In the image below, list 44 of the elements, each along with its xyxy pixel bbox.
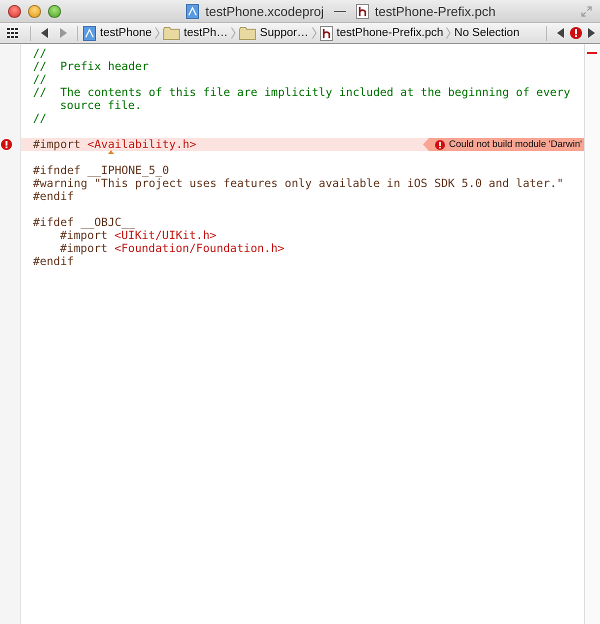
chevron-icon	[312, 27, 316, 39]
folder-icon	[238, 26, 256, 40]
window-title: testPhone.xcodeproj	[205, 4, 324, 18]
chevron-icon	[446, 27, 452, 39]
code-line: #import <Availability.h>	[33, 138, 196, 151]
breadcrumb-item[interactable]: testPhone-Prefix.pch	[320, 26, 444, 40]
breadcrumb-item[interactable]: Suppor…	[238, 26, 308, 40]
error-icon[interactable]	[1, 139, 12, 150]
code-line: source file.	[59, 99, 142, 112]
code-line: #ifndef __IPHONE_5_0	[33, 164, 170, 177]
previous-issue-icon[interactable]	[557, 28, 565, 38]
code-line: //	[33, 73, 47, 86]
back-arrow-icon[interactable]	[41, 28, 49, 38]
code-line: // The contents of this file are implicitly included at the beginning of every	[33, 86, 570, 99]
zoom-button[interactable]	[48, 4, 61, 18]
project-file-icon	[83, 26, 96, 40]
code-line: //	[33, 47, 47, 60]
code-line: #import <UIKit/UIKit.h>	[59, 229, 216, 242]
breadcrumb-item[interactable]: No Selection	[454, 27, 520, 39]
minimize-button[interactable]	[28, 4, 41, 18]
window-title: testPhone-Prefix.pch	[374, 4, 496, 18]
title-separator	[334, 10, 346, 12]
close-button[interactable]	[8, 4, 21, 18]
breadcrumb-item[interactable]: testPh…	[162, 26, 228, 40]
error-marker[interactable]	[587, 52, 597, 54]
error-icon	[434, 140, 445, 150]
folder-icon	[162, 26, 180, 40]
code-line: #endif	[33, 255, 74, 268]
next-issue-icon[interactable]	[587, 28, 595, 38]
code-line: #warning "This project uses features only available in iOS SDK 5.0 and later."	[33, 177, 564, 190]
breadcrumb-item[interactable]: testPhone	[83, 26, 152, 40]
code-line: #import <Foundation/Foundation.h>	[59, 242, 284, 255]
header-file-icon	[320, 26, 332, 40]
error-message[interactable]: Could not build module 'Darwin'	[422, 138, 584, 151]
chevron-icon	[230, 27, 236, 39]
code-line: //	[33, 112, 47, 125]
code-line: #endif	[33, 190, 74, 203]
code-line: // Prefix header	[33, 60, 149, 73]
chevron-icon	[154, 27, 160, 39]
grid-icon[interactable]	[7, 28, 18, 38]
header-file-icon	[356, 4, 369, 18]
error-icon[interactable]	[570, 27, 582, 39]
code-line: #ifdef __OBJC__	[33, 216, 136, 229]
project-file-icon	[186, 4, 200, 18]
